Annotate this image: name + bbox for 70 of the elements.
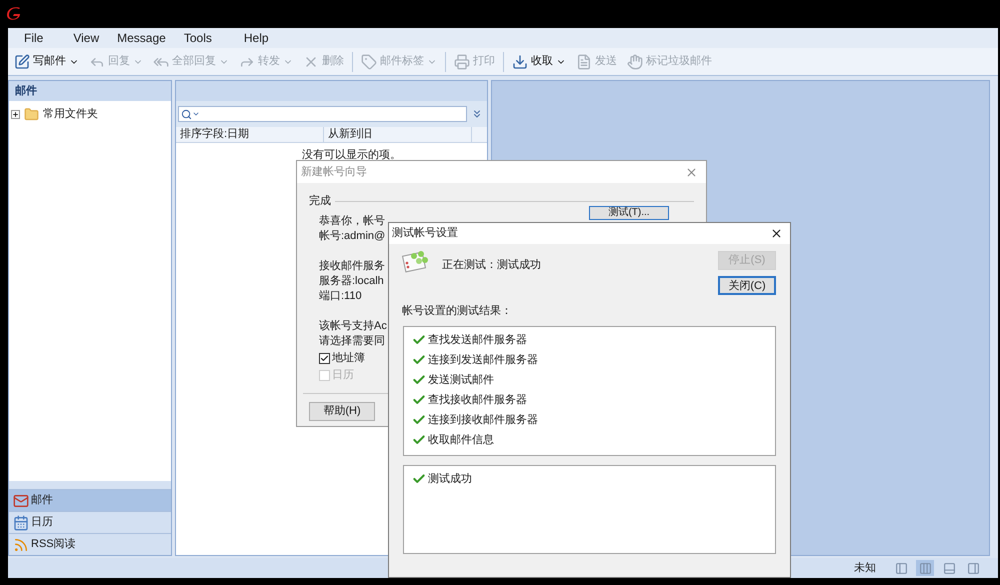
toolbar-button[interactable]: 写邮件: [12, 50, 81, 72]
app-logo: [6, 6, 22, 22]
tag-icon: [361, 54, 377, 70]
info-text: 帐号:admin@: [319, 228, 386, 244]
column-header[interactable]: 排序字段:日期: [176, 127, 324, 142]
check-icon: [412, 353, 426, 367]
check-icon: [412, 333, 426, 347]
check-icon: [320, 354, 329, 362]
info-text: 该帐号支持Ac: [319, 318, 388, 334]
caret-icon: [192, 110, 200, 118]
status-text: 正在测试：测试成功: [442, 258, 541, 273]
menu-item[interactable]: Message: [117, 29, 166, 47]
mail-icon: [13, 492, 29, 508]
sync-checkbox[interactable]: 地址簿: [319, 350, 391, 366]
info-text: 服务器:localh: [319, 274, 385, 288]
expand-icon[interactable]: [471, 108, 483, 120]
compose-icon: [14, 54, 30, 70]
toolbar-button[interactable]: 收取: [510, 50, 568, 72]
download-icon: [512, 54, 528, 70]
expander-icon[interactable]: [11, 110, 20, 118]
panel-header: 邮件: [9, 81, 171, 101]
layout-button[interactable]: [916, 560, 934, 576]
column-header[interactable]: 从新到旧: [324, 127, 472, 142]
search-field[interactable]: [178, 106, 467, 122]
folder-icon: [24, 106, 39, 122]
help-button[interactable]: 帮助(H): [309, 402, 375, 420]
dialog-title: 测试帐号设置: [392, 226, 458, 242]
nav-button[interactable]: 邮件: [9, 489, 171, 511]
rss-icon: [13, 536, 29, 552]
dialog-title: 新建帐号向导: [301, 164, 367, 180]
info-text: 接收邮件服务: [319, 258, 386, 274]
result-item: 测试成功: [412, 472, 775, 486]
menu-item[interactable]: Tools: [184, 29, 212, 47]
close-icon[interactable]: [770, 227, 783, 240]
result-item: 发送测试邮件: [412, 372, 775, 388]
tree-item[interactable]: 常用文件夹: [9, 105, 171, 123]
search-icon: [181, 108, 192, 120]
result-item: 连接到发送邮件服务器: [412, 352, 775, 368]
section-heading: 完成: [309, 194, 331, 209]
menu-item[interactable]: File: [24, 29, 44, 47]
info-text: 请选择需要同: [319, 334, 386, 348]
results-label: 帐号设置的测试结果：: [402, 304, 513, 319]
layout-icon: [966, 562, 980, 574]
menu-item[interactable]: Help: [244, 29, 269, 47]
menu-item[interactable]: View: [73, 29, 100, 47]
close-button[interactable]: 关闭(C): [718, 276, 776, 295]
calendar-icon: [13, 514, 29, 530]
check-icon: [412, 472, 426, 486]
empty-message: 没有可以显示的项。: [302, 148, 401, 163]
layout-icon: [918, 562, 932, 574]
check-icon: [412, 393, 426, 407]
calendar-sync-icon: [402, 248, 430, 274]
layout-icon: [894, 562, 908, 574]
check-icon: [412, 413, 426, 427]
printer-icon: [454, 54, 470, 70]
nav-button[interactable]: 日历: [9, 511, 171, 533]
status-text: 未知: [854, 560, 876, 576]
result-item: 查找发送邮件服务器: [412, 332, 775, 348]
layout-icon: [942, 562, 956, 574]
test-button[interactable]: 测试(T)...: [589, 206, 669, 220]
check-icon: [412, 373, 426, 387]
document-icon: [576, 54, 592, 70]
result-item: 连接到接收邮件服务器: [412, 412, 775, 428]
result-item: 收取邮件信息: [412, 432, 775, 448]
result-item: 查找接收邮件服务器: [412, 392, 775, 408]
info-text: 恭喜你，帐号: [319, 214, 386, 228]
hand-icon: [627, 54, 643, 70]
nav-button[interactable]: RSS阅读: [9, 533, 171, 555]
check-icon: [412, 433, 426, 447]
info-text: 端口:110: [319, 288, 363, 304]
